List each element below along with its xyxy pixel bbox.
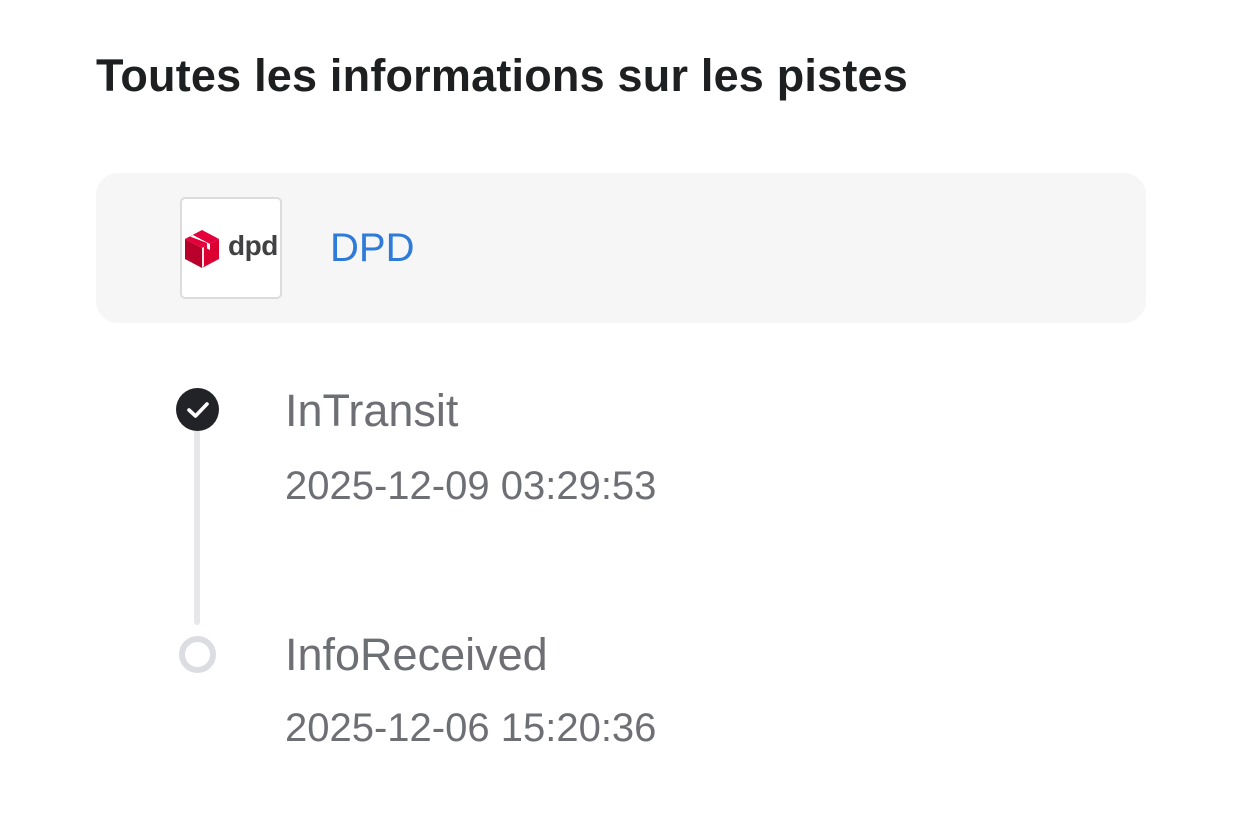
tracking-page: Toutes les informations sur les pistes d… [0,0,1242,835]
event-timestamp: 2025-12-09 03:29:53 [285,464,657,508]
event-status-done-marker [176,388,219,431]
carrier-name-link[interactable]: DPD [330,225,414,271]
carrier-logo-text: dpd [228,230,278,261]
dpd-cube-icon [185,230,219,268]
event-status: InTransit [285,385,459,436]
timeline-connector [194,410,200,625]
page-title: Toutes les informations sur les pistes [96,50,908,101]
carrier-card: dpd DPD [96,173,1146,323]
circle-outline-icon [179,636,216,673]
event-timestamp: 2025-12-06 15:20:36 [285,706,657,750]
event-status: InfoReceived [285,629,548,680]
check-icon [186,401,209,418]
carrier-logo: dpd [180,197,282,299]
carrier-logo-mark: dpd [183,226,280,272]
